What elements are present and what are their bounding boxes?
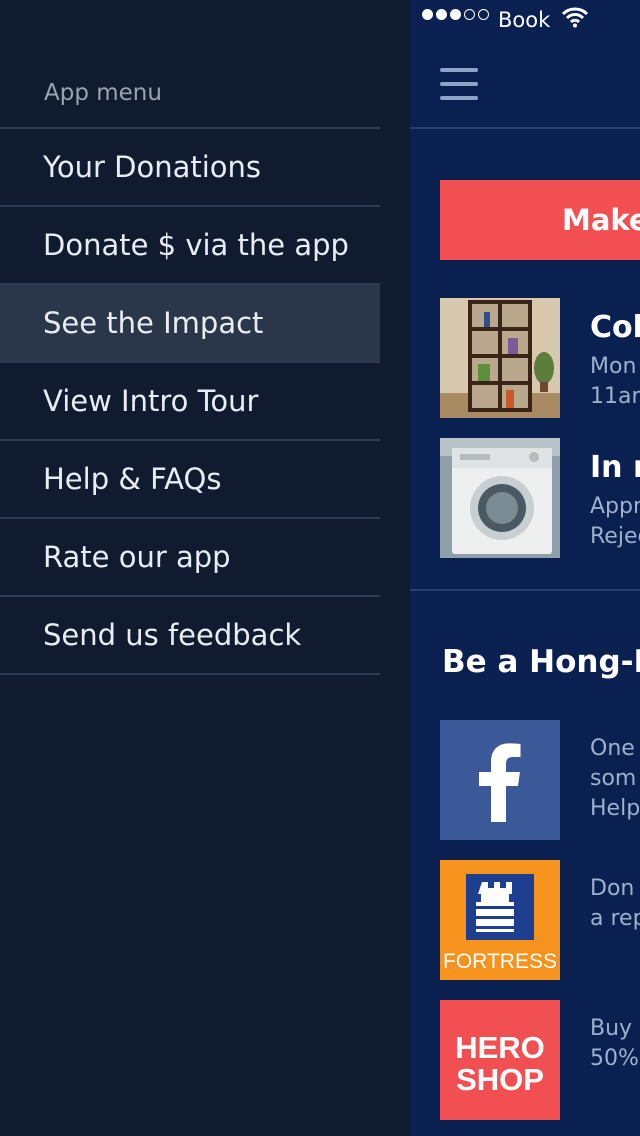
menu-list: Your Donations Donate $ via the app See … bbox=[0, 127, 380, 675]
wifi-icon bbox=[562, 7, 588, 28]
status-bar: Book bbox=[410, 0, 640, 40]
nav-divider bbox=[410, 127, 640, 129]
hero-shop-logo-line1: HERO bbox=[455, 1030, 545, 1065]
partner-line-2: 50% bbox=[590, 1046, 639, 1071]
item-title: Col bbox=[590, 310, 640, 345]
partner-description: Don a rep bbox=[590, 874, 640, 934]
facebook-logo-icon bbox=[440, 720, 560, 840]
menu-item-your-donations[interactable]: Your Donations bbox=[0, 129, 380, 207]
partner-line-1: Don bbox=[590, 876, 635, 901]
side-menu: App menu Your Donations Donate $ via the… bbox=[0, 0, 410, 1136]
item-line-2: Rejec bbox=[590, 524, 640, 549]
partner-line-1: Buy bbox=[590, 1016, 633, 1041]
partner-line-3: Help bbox=[590, 796, 640, 821]
menu-item-see-the-impact[interactable]: See the Impact bbox=[0, 285, 380, 363]
partner-description: One som Help bbox=[590, 734, 640, 824]
section-divider bbox=[410, 589, 640, 591]
bookshelf-image bbox=[440, 298, 560, 418]
hero-shop-logo-icon: HERO SHOP bbox=[440, 1000, 560, 1120]
donation-item[interactable]: Col Mon 11am bbox=[440, 298, 640, 418]
partner-fortress[interactable]: FORTRESS Don a rep bbox=[440, 860, 640, 980]
item-line-1: Mon bbox=[590, 354, 637, 379]
partner-hero-shop[interactable]: HERO SHOP Buy 50% bbox=[440, 1000, 640, 1120]
menu-title: App menu bbox=[44, 80, 162, 106]
menu-item-rate-our-app[interactable]: Rate our app bbox=[0, 519, 380, 597]
item-line-1: Appr bbox=[590, 494, 640, 519]
menu-item-send-feedback[interactable]: Send us feedback bbox=[0, 597, 380, 675]
item-title: In r bbox=[590, 450, 640, 485]
partner-line-1: One bbox=[590, 736, 635, 761]
washing-machine-image bbox=[440, 438, 560, 558]
item-subtitle: Mon 11am bbox=[590, 352, 640, 412]
donation-item[interactable]: In r Appr Rejec bbox=[440, 438, 640, 558]
fortress-logo-icon: FORTRESS bbox=[440, 860, 560, 980]
signal-strength-icon bbox=[422, 9, 489, 20]
menu-item-donate-via-app[interactable]: Donate $ via the app bbox=[0, 207, 380, 285]
menu-item-view-intro-tour[interactable]: View Intro Tour bbox=[0, 363, 380, 441]
item-line-2: 11am bbox=[590, 384, 640, 409]
section-title: Be a Hong-K bbox=[442, 644, 640, 680]
item-subtitle: Appr Rejec bbox=[590, 492, 640, 552]
partner-line-2: a rep bbox=[590, 906, 640, 931]
make-donation-button[interactable]: Make bbox=[440, 180, 640, 260]
hero-shop-logo-line2: SHOP bbox=[456, 1062, 544, 1097]
main-panel[interactable]: Book Make Col Mon 11a In Appr Reje Be a … bbox=[410, 0, 640, 1136]
partner-description: Buy 50% bbox=[590, 1014, 639, 1074]
fortress-logo-text: FORTRESS bbox=[443, 950, 557, 973]
carrier-name: Book bbox=[498, 8, 551, 32]
partner-facebook[interactable]: One som Help bbox=[440, 720, 640, 840]
menu-item-help-faqs[interactable]: Help & FAQs bbox=[0, 441, 380, 519]
partner-line-2: som bbox=[590, 766, 637, 791]
menu-hamburger-icon[interactable] bbox=[440, 68, 478, 100]
